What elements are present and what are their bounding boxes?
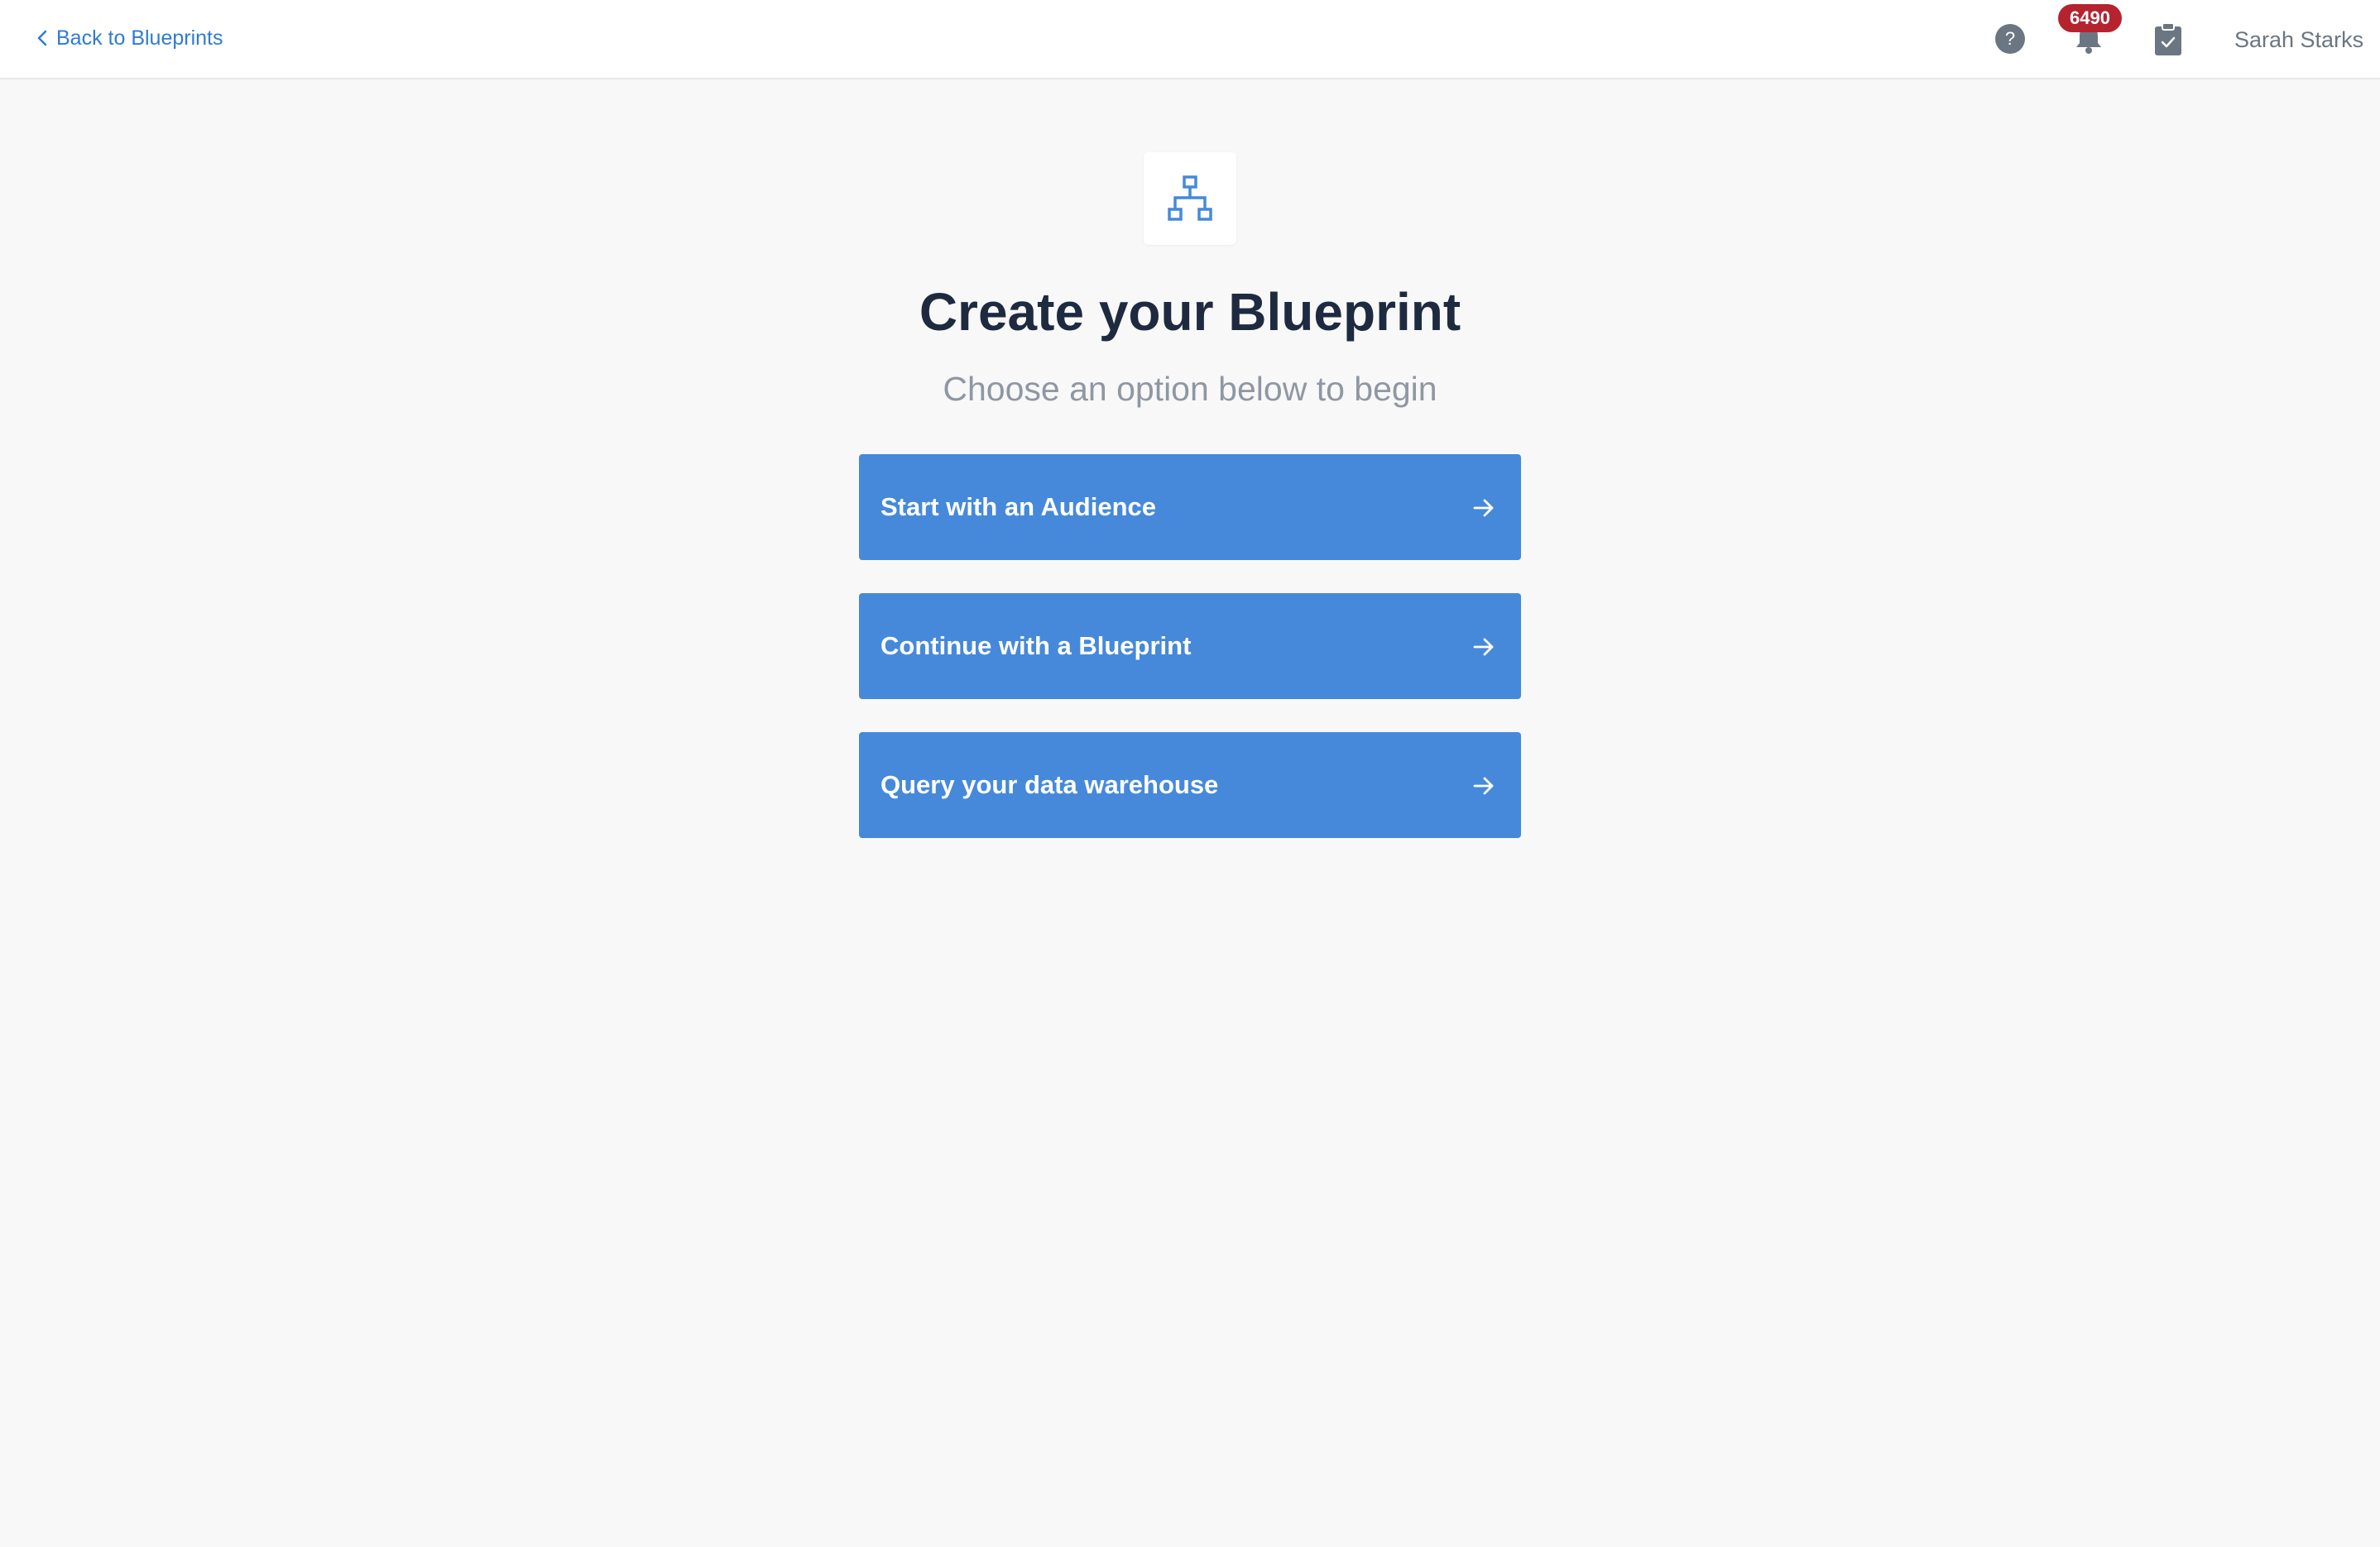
sitemap-icon	[1168, 175, 1212, 221]
query-data-warehouse-button[interactable]: Query your data warehouse	[859, 732, 1521, 838]
continue-with-blueprint-button[interactable]: Continue with a Blueprint	[859, 593, 1521, 699]
option-label: Query your data warehouse	[881, 770, 1219, 799]
back-to-blueprints-link[interactable]: Back to Blueprints	[33, 23, 223, 53]
arrow-right-icon	[1473, 777, 1494, 795]
page-subtitle: Choose an option below to begin	[943, 370, 1437, 408]
start-with-audience-button[interactable]: Start with an Audience	[859, 454, 1521, 560]
clipboard-check-icon[interactable]	[2153, 22, 2183, 56]
svg-text:?: ?	[2005, 28, 2015, 49]
user-menu[interactable]: Sarah Starks	[2234, 25, 2363, 55]
chevron-left-icon	[33, 23, 53, 53]
back-link-label: Back to Blueprints	[56, 26, 223, 50]
top-bar: Back to Blueprints ? 6490 Sarah Starks	[0, 0, 2380, 79]
blueprint-logo-card	[1144, 152, 1236, 245]
page-title: Create your Blueprint	[919, 282, 1461, 342]
option-label: Continue with a Blueprint	[881, 631, 1192, 660]
option-label: Start with an Audience	[881, 492, 1157, 521]
notification-badge: 6490	[2058, 4, 2122, 32]
arrow-right-icon	[1473, 638, 1494, 656]
help-icon[interactable]: ?	[1994, 23, 2026, 55]
arrow-right-icon	[1473, 499, 1494, 517]
